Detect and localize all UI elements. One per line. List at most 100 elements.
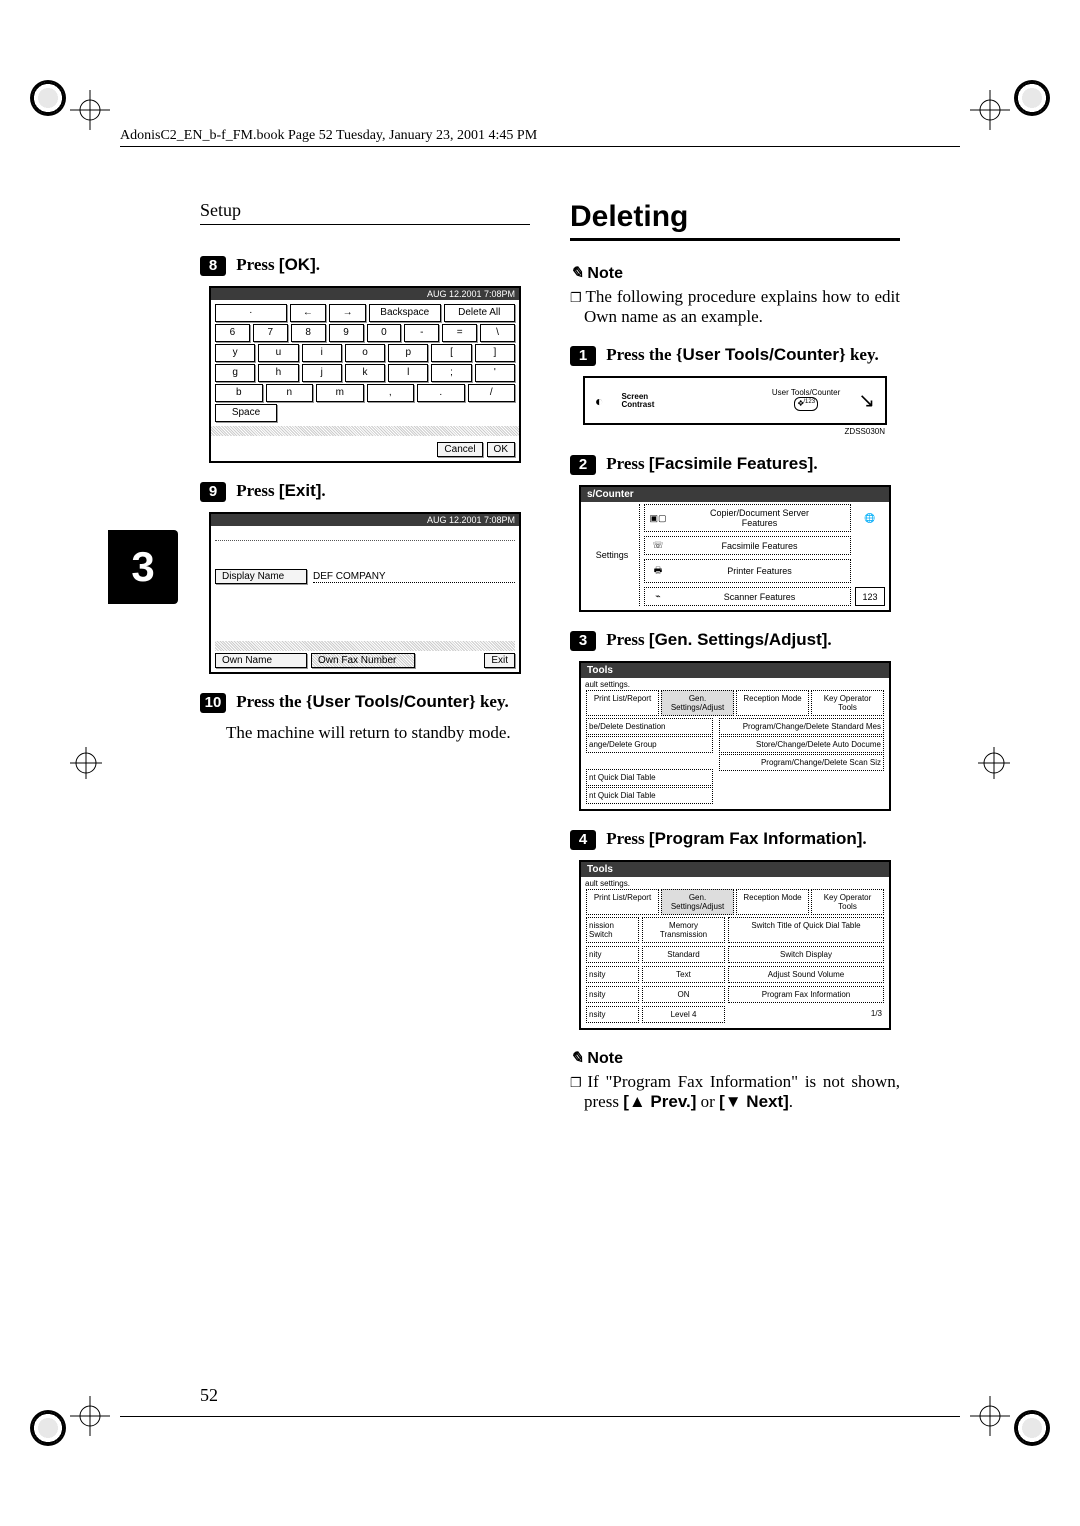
f4-r2[interactable]: Adjust Sound Volume <box>728 966 884 983</box>
feature-copier[interactable]: ▣▢Copier/Document Server Features <box>644 504 851 532</box>
step-num-9: 9 <box>200 482 226 502</box>
key-right-arrow[interactable]: → <box>329 304 366 322</box>
key-delete-all[interactable]: Delete All <box>444 304 516 322</box>
key-space[interactable]: Space <box>215 404 277 422</box>
f4-r3[interactable]: Program Fax Information <box>728 986 884 1003</box>
key-y[interactable]: y <box>215 344 255 362</box>
feature-scanner[interactable]: ⌁Scanner Features <box>644 587 851 606</box>
f3-l3[interactable]: nt Quick Dial Table <box>586 769 713 786</box>
key-period[interactable]: . <box>417 384 465 402</box>
key-lbracket[interactable]: [ <box>431 344 471 362</box>
f3-r0[interactable]: Program/Change/Delete Standard Mes <box>719 718 884 735</box>
f4-l1b[interactable]: Standard <box>642 946 725 963</box>
f3-r2[interactable]: Program/Change/Delete Scan Siz <box>719 754 884 771</box>
fig4-header: Tools <box>581 862 889 877</box>
deleting-title: Deleting <box>570 200 900 234</box>
f4-l1a: nity <box>586 946 639 963</box>
key-l[interactable]: l <box>388 364 428 382</box>
f3-l1[interactable]: ange/Delete Group <box>586 736 713 753</box>
f4-r1[interactable]: Switch Display <box>728 946 884 963</box>
note-heading-1: ✎Note <box>570 263 900 283</box>
standby-text: The machine will return to standby mode. <box>226 723 530 743</box>
cancel-button[interactable]: Cancel <box>437 442 482 457</box>
fig4-sub: ault settings. <box>585 879 885 888</box>
display-name-button[interactable]: Display Name <box>215 569 307 584</box>
key-dash[interactable]: · <box>215 304 287 322</box>
f4-l2b[interactable]: Text <box>642 966 725 983</box>
binder-ring-bottom-left <box>30 1410 66 1446</box>
f4-tab2[interactable]: Reception Mode <box>736 889 809 915</box>
feature-fax[interactable]: ☏Facsimile Features <box>644 536 851 555</box>
key-n[interactable]: n <box>266 384 314 402</box>
fig1-ref: ZDSS030N <box>585 427 885 436</box>
counter-badge[interactable]: 123 <box>855 587 885 606</box>
r1-krb: } <box>839 345 846 364</box>
key-i[interactable]: i <box>302 344 342 362</box>
footer-rule <box>120 1416 960 1417</box>
note2-body: If "Program Fax Information" is not show… <box>584 1072 900 1112</box>
f4-l3b[interactable]: ON <box>642 986 725 1003</box>
r-step-3: 3 Press [Gen. Settings/Adjust]. <box>570 630 900 651</box>
key-j[interactable]: j <box>302 364 342 382</box>
f4-r0[interactable]: Switch Title of Quick Dial Table <box>728 917 884 943</box>
key-m[interactable]: m <box>316 384 364 402</box>
crop-mark-br <box>970 1396 1010 1436</box>
next-key: [▼ Next] <box>719 1092 789 1111</box>
key-semi[interactable]: ; <box>431 364 471 382</box>
f4-l0b[interactable]: Memory Transmission <box>642 917 725 943</box>
key-u[interactable]: u <box>258 344 298 362</box>
chapter-tab: 3 <box>108 530 178 604</box>
key-comma[interactable]: , <box>367 384 415 402</box>
f3-r1[interactable]: Store/Change/Delete Auto Docume <box>719 736 884 753</box>
binder-ring-bottom-right <box>1014 1410 1050 1446</box>
right-column: Deleting ✎Note The following procedure e… <box>570 200 900 1112</box>
f4-l4b[interactable]: Level 4 <box>642 1006 725 1023</box>
key-backspace[interactable]: Backspace <box>369 304 441 322</box>
exit-button[interactable]: Exit <box>484 653 515 668</box>
feature-printer[interactable]: 🖶Printer Features <box>644 559 851 583</box>
step-num-10: 10 <box>200 693 226 713</box>
own-name-button[interactable]: Own Name <box>215 653 307 668</box>
key-backslash[interactable]: \ <box>480 324 515 342</box>
tab-key-op[interactable]: Key Operator Tools <box>811 690 884 716</box>
key-o[interactable]: o <box>345 344 385 362</box>
key-7[interactable]: 7 <box>253 324 288 342</box>
figure-keyboard: AUG 12.2001 7:08PM · ← → Backspace Delet… <box>209 286 521 463</box>
key-k[interactable]: k <box>345 364 385 382</box>
fig9-date: AUG 12.2001 7:08PM <box>211 514 519 526</box>
f4-tab0[interactable]: Print List/Report <box>586 889 659 915</box>
tab-gen-settings[interactable]: Gen. Settings/Adjust <box>661 690 734 716</box>
key-b[interactable]: b <box>215 384 263 402</box>
binder-ring-top-right <box>1014 80 1050 116</box>
r2-text-b: . <box>813 454 817 473</box>
f4-l4a: nsity <box>586 1006 639 1023</box>
key-8[interactable]: 8 <box>291 324 326 342</box>
header-rule <box>120 146 960 147</box>
f4-tab3[interactable]: Key Operator Tools <box>811 889 884 915</box>
key-g[interactable]: g <box>215 364 255 382</box>
key-equals[interactable]: = <box>442 324 477 342</box>
r-step-1: 1 Press the {User Tools/Counter} key. <box>570 345 900 366</box>
tab-print-list[interactable]: Print List/Report <box>586 690 659 716</box>
lang-icon[interactable]: 🌐 <box>855 504 885 532</box>
key-slash[interactable]: / <box>468 384 516 402</box>
f3-l4[interactable]: nt Quick Dial Table <box>586 787 713 804</box>
tab-reception[interactable]: Reception Mode <box>736 690 809 716</box>
key-h[interactable]: h <box>258 364 298 382</box>
key-p[interactable]: p <box>388 344 428 362</box>
crop-mark-tr <box>970 90 1010 130</box>
own-fax-button[interactable]: Own Fax Number <box>311 653 415 668</box>
key-apos[interactable]: ' <box>475 364 515 382</box>
step-10: 10 Press the {User Tools/Counter} key. <box>200 692 530 713</box>
key-left-arrow[interactable]: ← <box>290 304 327 322</box>
f3-l0[interactable]: be/Delete Destination <box>586 718 713 735</box>
key-0[interactable]: 0 <box>367 324 402 342</box>
book-header: AdonisC2_EN_b-f_FM.book Page 52 Tuesday,… <box>120 120 960 144</box>
key-rbracket[interactable]: ] <box>475 344 515 362</box>
key-9[interactable]: 9 <box>329 324 364 342</box>
f4-l0a: nission Switch <box>586 917 639 943</box>
f4-tab1[interactable]: Gen. Settings/Adjust <box>661 889 734 915</box>
key-6[interactable]: 6 <box>215 324 250 342</box>
key-minus[interactable]: - <box>404 324 439 342</box>
ok-button[interactable]: OK <box>487 442 515 457</box>
